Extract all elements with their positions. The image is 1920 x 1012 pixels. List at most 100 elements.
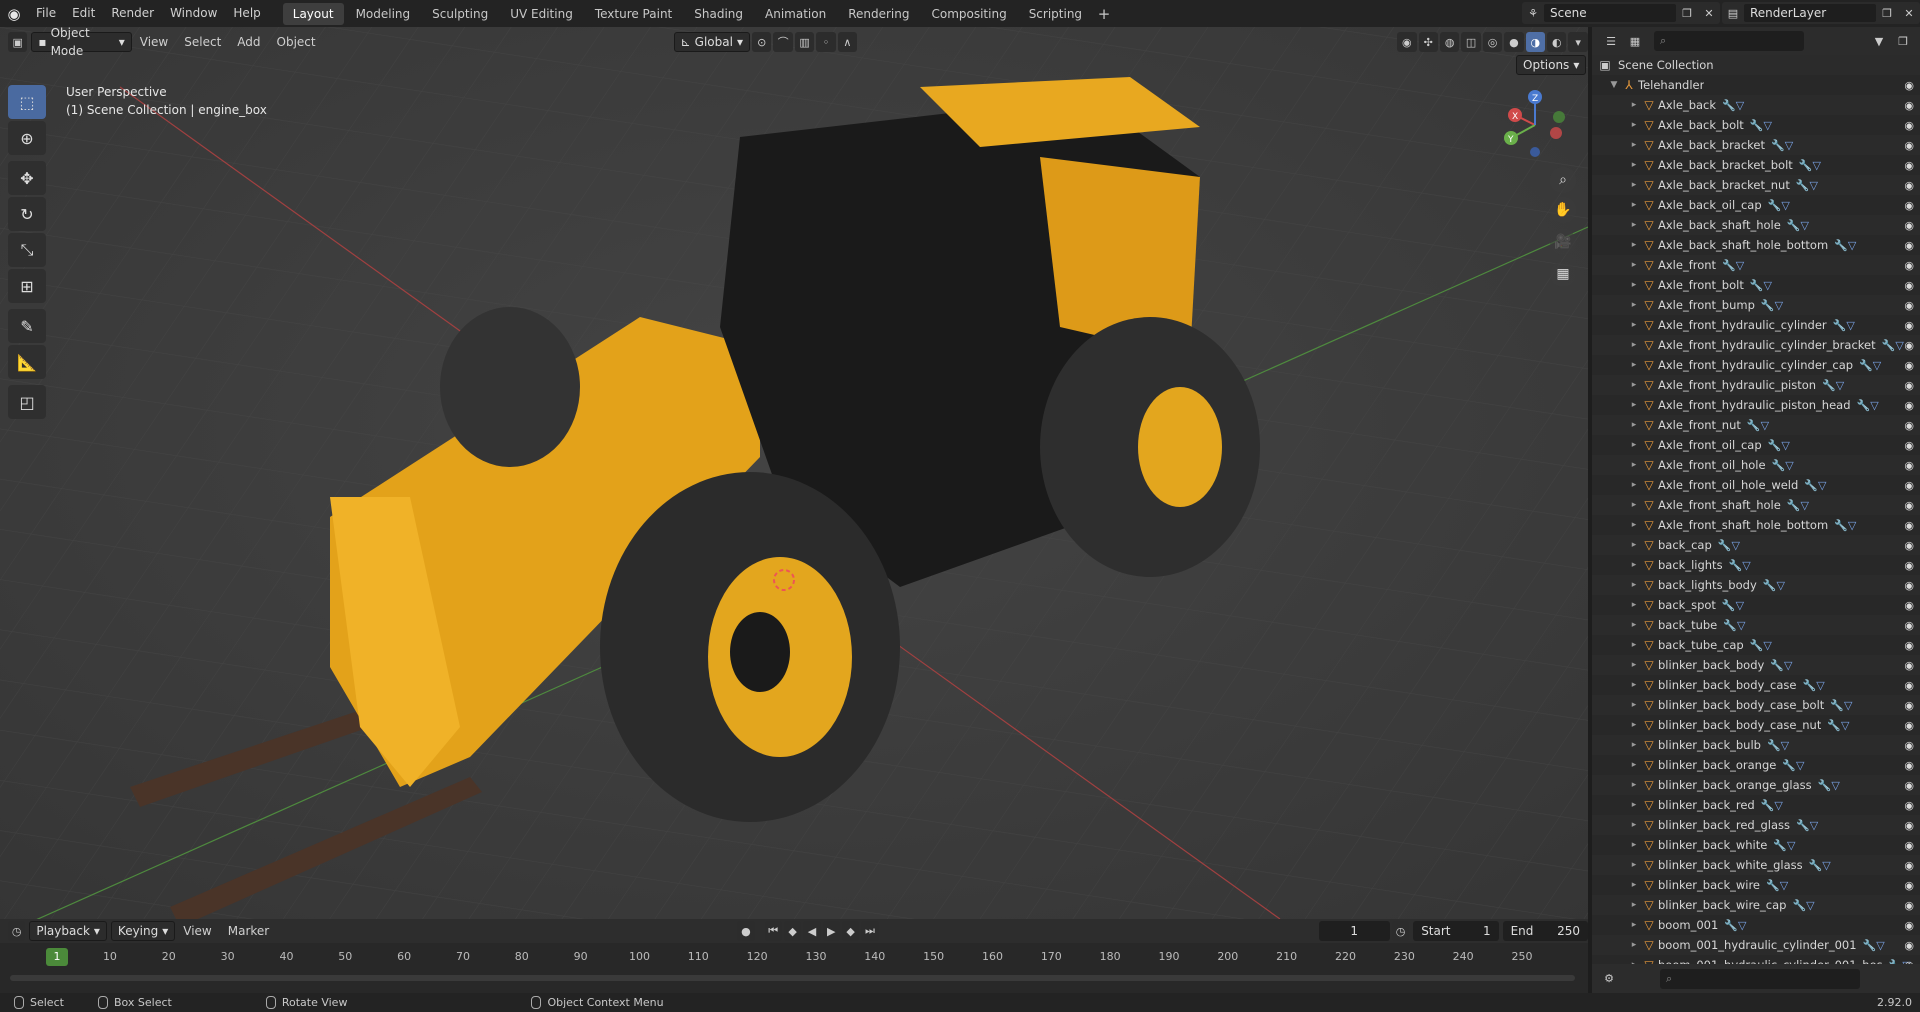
cursor-tool-icon[interactable]: ⊕ <box>8 121 46 155</box>
eye-icon[interactable]: ◉ <box>1904 199 1914 212</box>
eye-icon[interactable]: ◉ <box>1904 919 1914 932</box>
eye-icon[interactable]: ◉ <box>1904 299 1914 312</box>
outliner-item[interactable]: ▸ ▽ blinker_back_body 🔧▽ ◉ <box>1592 655 1920 675</box>
eye-icon[interactable]: ◉ <box>1904 579 1914 592</box>
outliner-item[interactable]: ▸ ▽ Axle_front_oil_cap 🔧▽ ◉ <box>1592 435 1920 455</box>
modifier-wrench-icon[interactable]: 🔧▽ <box>1834 519 1856 532</box>
eye-icon[interactable]: ◉ <box>1904 159 1914 172</box>
playback-dropdown[interactable]: Playback ▾ <box>29 921 107 941</box>
expand-arrow-icon[interactable]: ▸ <box>1628 200 1640 210</box>
display-mode-icon[interactable]: ▦ <box>1624 31 1646 51</box>
eye-icon[interactable]: ◉ <box>1904 459 1914 472</box>
menu-file[interactable]: File <box>28 0 64 27</box>
outliner-item[interactable]: ▸ ▽ Axle_front_hydraulic_cylinder 🔧▽ ◉ <box>1592 315 1920 335</box>
expand-arrow-icon[interactable]: ▸ <box>1628 540 1640 550</box>
shading-options-icon[interactable]: ▾ <box>1568 32 1588 52</box>
expand-arrow-icon[interactable]: ▸ <box>1628 940 1640 950</box>
ortho-toggle-icon[interactable]: ▦ <box>1550 261 1576 287</box>
close-layer-icon[interactable]: ✕ <box>1898 2 1920 24</box>
expand-arrow-icon[interactable]: ▸ <box>1628 900 1640 910</box>
expand-arrow-icon[interactable]: ▸ <box>1628 860 1640 870</box>
eye-icon[interactable]: ◉ <box>1904 519 1914 532</box>
modifier-wrench-icon[interactable]: 🔧▽ <box>1766 879 1788 892</box>
modifier-wrench-icon[interactable]: 🔧▽ <box>1809 859 1831 872</box>
outliner-item[interactable]: ▸ ▽ Axle_front_bump 🔧▽ ◉ <box>1592 295 1920 315</box>
timeline-editor-icon[interactable]: ◷ <box>8 921 26 941</box>
modifier-wrench-icon[interactable]: 🔧▽ <box>1768 439 1790 452</box>
eye-icon[interactable]: ◉ <box>1904 79 1914 92</box>
tab-compositing[interactable]: Compositing <box>921 3 1016 25</box>
modifier-wrench-icon[interactable]: 🔧▽ <box>1771 139 1793 152</box>
outliner-item[interactable]: ▸ ▽ Axle_front_nut 🔧▽ ◉ <box>1592 415 1920 435</box>
eye-icon[interactable]: ◉ <box>1904 859 1914 872</box>
eye-icon[interactable]: ◉ <box>1904 239 1914 252</box>
eye-icon[interactable]: ◉ <box>1904 739 1914 752</box>
outliner-item[interactable]: ▸ ▽ Axle_front 🔧▽ ◉ <box>1592 255 1920 275</box>
zoom-icon[interactable]: ⌕ <box>1550 167 1576 193</box>
frame-ruler[interactable]: 1 10 20 30 40 50 60 70 80 90 100 110 120 130 140 150 160… <box>0 947 1588 969</box>
modifier-wrench-icon[interactable]: 🔧▽ <box>1792 899 1814 912</box>
outliner-item[interactable]: ▸ ▽ back_cap 🔧▽ ◉ <box>1592 535 1920 555</box>
modifier-wrench-icon[interactable]: 🔧▽ <box>1750 639 1772 652</box>
outliner-item[interactable]: ▸ ▽ boom_001 🔧▽ ◉ <box>1592 915 1920 935</box>
eye-icon[interactable]: ◉ <box>1904 599 1914 612</box>
expand-arrow-icon[interactable]: ▸ <box>1628 140 1640 150</box>
modifier-wrench-icon[interactable]: 🔧▽ <box>1767 739 1789 752</box>
outliner-item[interactable]: ▸ ▽ Axle_back_bolt 🔧▽ ◉ <box>1592 115 1920 135</box>
camera-view-icon[interactable]: 🎥 <box>1550 229 1576 255</box>
eye-icon[interactable]: ◉ <box>1904 679 1914 692</box>
eye-icon[interactable]: ◉ <box>1904 279 1914 292</box>
eye-icon[interactable]: ◉ <box>1904 179 1914 192</box>
eye-icon[interactable]: ◉ <box>1904 119 1914 132</box>
modifier-wrench-icon[interactable]: 🔧▽ <box>1833 319 1855 332</box>
outliner-item[interactable]: ▸ ▽ blinker_back_orange 🔧▽ ◉ <box>1592 755 1920 775</box>
expand-arrow-icon[interactable]: ▸ <box>1628 220 1640 230</box>
outliner-item[interactable]: ▸ ▽ blinker_back_white_glass 🔧▽ ◉ <box>1592 855 1920 875</box>
modifier-wrench-icon[interactable]: 🔧▽ <box>1723 619 1745 632</box>
outliner-collection-telehandler[interactable]: ▼ ⅄ Telehandler ◉ <box>1592 75 1920 95</box>
preview-range-icon[interactable]: ◷ <box>1391 921 1410 941</box>
jump-start-icon[interactable]: ⏮ <box>764 921 782 941</box>
modifier-wrench-icon[interactable]: 🔧▽ <box>1750 279 1772 292</box>
outliner-item[interactable]: ▸ ▽ blinker_back_body_case_bolt 🔧▽ ◉ <box>1592 695 1920 715</box>
outliner-item[interactable]: ▸ ▽ Axle_back_bracket 🔧▽ ◉ <box>1592 135 1920 155</box>
modifier-wrench-icon[interactable]: 🔧▽ <box>1818 779 1840 792</box>
eye-icon[interactable]: ◉ <box>1904 399 1914 412</box>
outliner-item[interactable]: ▸ ▽ Axle_back_shaft_hole 🔧▽ ◉ <box>1592 215 1920 235</box>
mode-dropdown[interactable]: ▪ Object Mode ▾ <box>31 27 132 58</box>
play-icon[interactable]: ▶ <box>822 921 840 941</box>
outliner-item[interactable]: ▸ ▽ blinker_back_body_case_nut 🔧▽ ◉ <box>1592 715 1920 735</box>
outliner-item[interactable]: ▸ ▽ back_tube_cap 🔧▽ ◉ <box>1592 635 1920 655</box>
modifier-wrench-icon[interactable]: 🔧▽ <box>1796 819 1818 832</box>
eye-icon[interactable]: ◉ <box>1904 259 1914 272</box>
viewport-menu-object[interactable]: Object <box>269 35 324 49</box>
modifier-wrench-icon[interactable]: 🔧▽ <box>1747 419 1769 432</box>
jump-keyframe-back-icon[interactable]: ◆ <box>783 921 802 941</box>
expand-arrow-icon[interactable]: ▸ <box>1628 760 1640 770</box>
expand-arrow-icon[interactable]: ▸ <box>1628 580 1640 590</box>
outliner-item[interactable]: ▸ ▽ Axle_back_bracket_bolt 🔧▽ ◉ <box>1592 155 1920 175</box>
record-icon[interactable]: ● <box>737 921 755 941</box>
outliner-item[interactable]: ▸ ▽ blinker_back_white 🔧▽ ◉ <box>1592 835 1920 855</box>
eye-icon[interactable]: ◉ <box>1904 899 1914 912</box>
properties-editor-icon[interactable]: ⚙ <box>1598 968 1620 989</box>
modifier-wrench-icon[interactable]: 🔧▽ <box>1803 679 1825 692</box>
modifier-wrench-icon[interactable]: 🔧▽ <box>1859 359 1881 372</box>
outliner-item[interactable]: ▸ ▽ Axle_front_hydraulic_cylinder_bracket 🔧… <box>1592 335 1920 355</box>
duplicate-layer-icon[interactable]: ❐ <box>1876 2 1898 24</box>
transform-orientation-dropdown[interactable]: ⊾ Global ▾ <box>673 32 750 52</box>
expand-arrow-icon[interactable]: ▸ <box>1628 520 1640 530</box>
current-frame-field[interactable]: 1 <box>1318 921 1390 941</box>
expand-arrow-icon[interactable]: ▸ <box>1628 420 1640 430</box>
eye-icon[interactable]: ◉ <box>1904 779 1914 792</box>
outliner-item[interactable]: ▸ ▽ blinker_back_bulb 🔧▽ ◉ <box>1592 735 1920 755</box>
eye-icon[interactable]: ◉ <box>1904 799 1914 812</box>
outliner-item[interactable]: ▸ ▽ blinker_back_body_case 🔧▽ ◉ <box>1592 675 1920 695</box>
tab-uv-editing[interactable]: UV Editing <box>500 3 583 25</box>
outliner-item[interactable]: ▸ ▽ Axle_front_hydraulic_piston 🔧▽ ◉ <box>1592 375 1920 395</box>
menu-help[interactable]: Help <box>225 0 268 27</box>
outliner-item[interactable]: ▸ ▽ Axle_front_bolt 🔧▽ ◉ <box>1592 275 1920 295</box>
modifier-wrench-icon[interactable]: 🔧▽ <box>1822 379 1844 392</box>
outliner-item[interactable]: ▸ ▽ Axle_front_oil_hole 🔧▽ ◉ <box>1592 455 1920 475</box>
viewport-menu-select[interactable]: Select <box>176 35 229 49</box>
